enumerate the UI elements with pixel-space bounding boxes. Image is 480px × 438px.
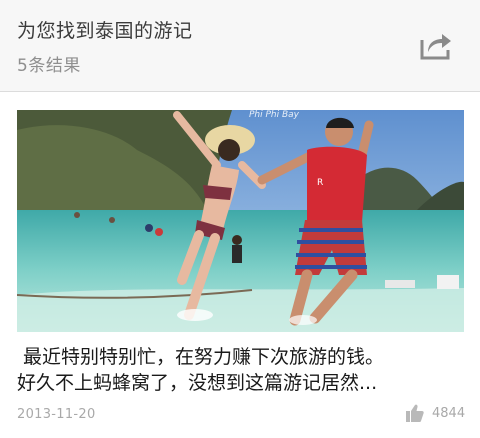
search-header: 为您找到泰国的游记 5条结果	[0, 0, 480, 92]
result-count: 5条结果	[17, 56, 81, 76]
thumbs-up-icon	[406, 404, 424, 422]
travel-note-card[interactable]: R Phi Phi Bay 最近特别特别忙，在努力赚下次旅游的钱。 好久不上蚂蜂…	[0, 92, 480, 438]
share-icon	[420, 34, 451, 60]
share-button[interactable]	[418, 30, 454, 62]
like-count: 4844	[432, 405, 466, 421]
svg-text:R: R	[317, 178, 323, 188]
note-excerpt[interactable]: 最近特别特别忙，在努力赚下次旅游的钱。 好久不上蚂蜂窝了，没想到这篇游记居然..…	[17, 344, 467, 396]
excerpt-line-1: 最近特别特别忙，在努力赚下次旅游的钱。	[23, 346, 385, 368]
like-button[interactable]: 4844	[405, 402, 465, 424]
excerpt-line-2: 好久不上蚂蜂窝了，没想到这篇游记居然...	[17, 372, 378, 394]
page-title: 为您找到泰国的游记	[17, 20, 193, 42]
photo-watermark: Phi Phi Bay	[249, 110, 300, 120]
post-date: 2013-11-20	[17, 407, 96, 422]
travel-photo[interactable]: R Phi Phi Bay	[17, 110, 464, 332]
beach-photo-image: R	[17, 110, 464, 332]
